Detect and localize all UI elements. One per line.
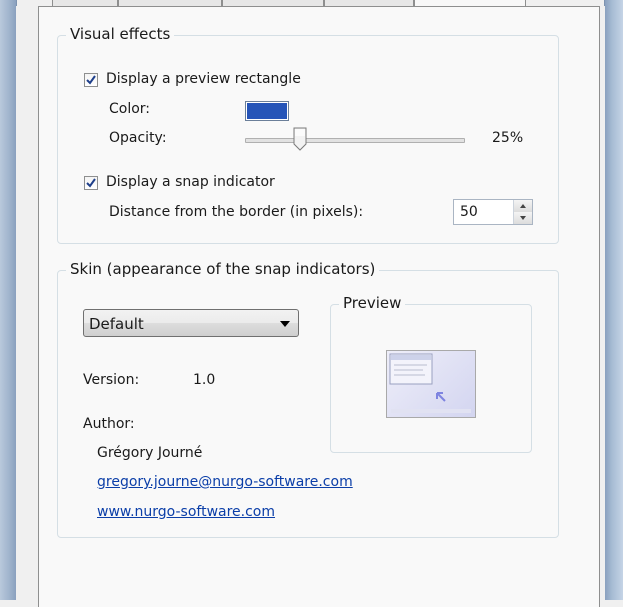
snap-indicator-label: Display a snap indicator [106,174,275,190]
spin-down-button[interactable] [514,212,532,224]
author-label: Author: [83,416,135,432]
skin-dropdown[interactable]: Default [83,309,299,337]
preview-rectangle-label: Display a preview rectangle [106,71,301,87]
distance-spinbox[interactable]: 50 [453,199,533,225]
version-label: Version: [83,372,140,388]
dialog-client-area: Visual effects Display a preview rectang… [16,0,605,607]
author-name: Grégory Journé [97,445,203,461]
snap-preview-icon [389,353,471,413]
visual-effects-group: Visual effects Display a preview rectang… [57,25,559,244]
opacity-slider-track[interactable] [245,138,465,143]
distance-value: 50 [460,204,478,220]
preview-group: Preview [330,294,532,453]
opacity-label: Opacity: [109,130,167,146]
slider-thumb-icon [293,127,306,151]
opacity-slider-thumb[interactable] [293,127,307,151]
preview-title: Preview [339,294,406,312]
checkmark-icon [86,178,96,188]
website-link[interactable]: www.nurgo-software.com [97,504,275,520]
skin-title: Skin (appearance of the snap indicators) [66,260,380,278]
window-frame-right [604,0,623,600]
window-frame-left [0,0,17,600]
tab-page: Visual effects Display a preview rectang… [38,6,600,607]
checkmark-icon [86,75,96,85]
version-value: 1.0 [193,372,216,388]
skin-preview-image [386,350,476,418]
author-email-link[interactable]: gregory.journe@nurgo-software.com [97,474,353,490]
snap-indicator-checkbox[interactable] [84,176,98,190]
opacity-value: 25% [492,130,524,146]
preview-rectangle-checkbox[interactable] [84,73,98,87]
arrow-down-icon [520,216,526,220]
arrow-up-icon [520,204,526,208]
chevron-down-icon [280,321,290,327]
visual-effects-title: Visual effects [66,25,175,43]
color-label: Color: [109,101,151,117]
color-swatch-button[interactable] [245,101,289,121]
spin-buttons [513,200,532,224]
distance-label: Distance from the border (in pixels): [109,204,364,220]
skin-dropdown-value: Default [89,315,144,333]
skin-group: Skin (appearance of the snap indicators)… [57,260,559,538]
